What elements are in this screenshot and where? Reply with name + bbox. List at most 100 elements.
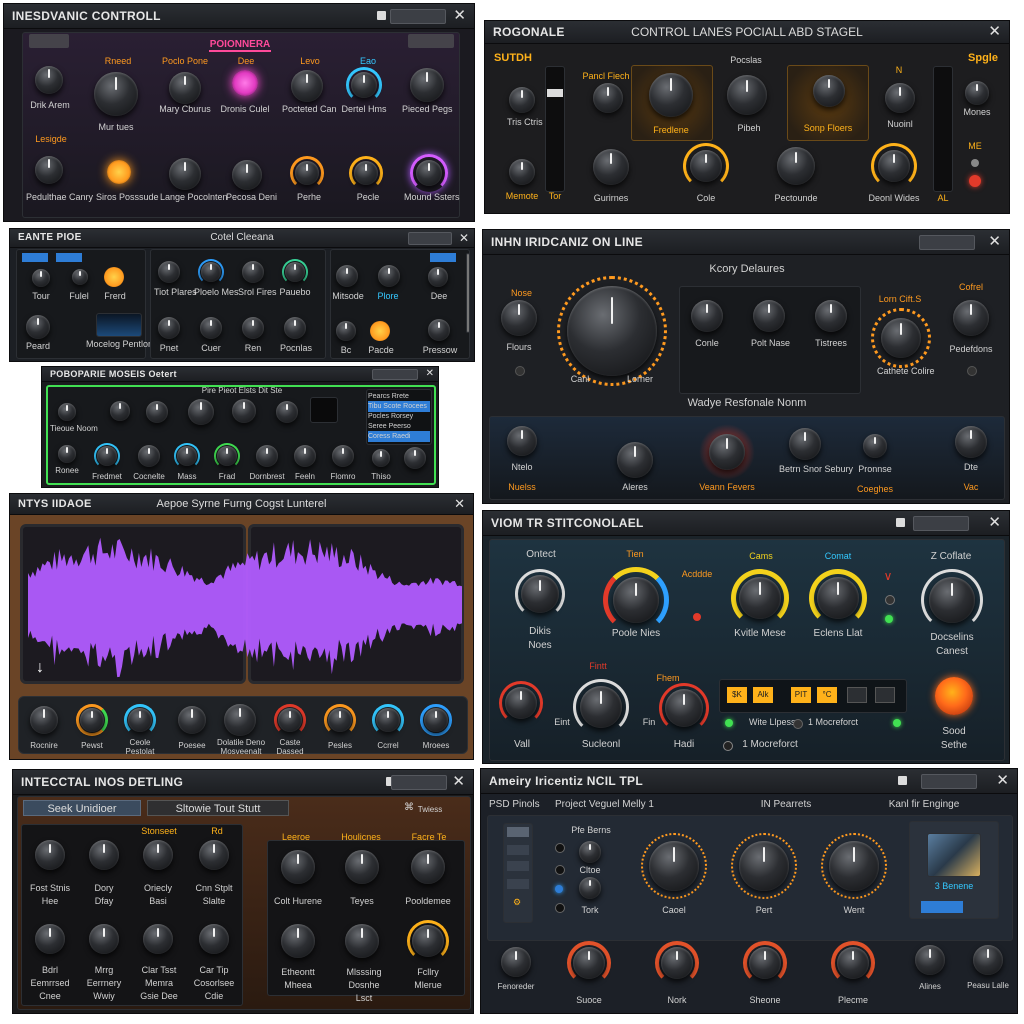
preset-selector[interactable]: [921, 774, 977, 789]
rotary-knob[interactable]: [953, 300, 989, 336]
rotary-knob[interactable]: [649, 841, 699, 891]
rotary-knob[interactable]: [143, 924, 173, 954]
preset-selector[interactable]: [390, 9, 446, 24]
rotary-knob[interactable]: [217, 446, 237, 466]
close-icon[interactable]: ✕: [459, 229, 469, 247]
main-large-knob[interactable]: [567, 286, 657, 376]
rotary-knob[interactable]: [965, 81, 989, 105]
top-right-button[interactable]: [408, 34, 454, 48]
rotary-knob[interactable]: [97, 446, 117, 466]
fader-track[interactable]: [933, 66, 953, 192]
rotary-knob[interactable]: [80, 708, 104, 732]
rotary-knob[interactable]: [138, 445, 160, 467]
rotary-knob[interactable]: [58, 403, 76, 421]
side-button[interactable]: [507, 845, 529, 855]
rotary-knob[interactable]: [929, 577, 975, 623]
rotary-knob[interactable]: [579, 841, 601, 863]
blue-toggle[interactable]: [921, 901, 963, 913]
rotary-knob[interactable]: [749, 947, 781, 979]
toggle-button[interactable]: PIT: [791, 687, 811, 703]
settings-icon[interactable]: ⚙: [509, 897, 525, 908]
fader-handle[interactable]: [547, 89, 563, 97]
rotary-knob[interactable]: [224, 704, 256, 736]
rotary-knob[interactable]: [158, 317, 180, 339]
rotary-knob[interactable]: [789, 428, 821, 460]
rotary-knob[interactable]: [354, 161, 378, 185]
close-icon[interactable]: ✕: [996, 769, 1009, 793]
orange-glow-knob[interactable]: [370, 321, 390, 341]
rotary-knob[interactable]: [143, 840, 173, 870]
rotary-knob[interactable]: [169, 158, 201, 190]
rotary-knob[interactable]: [232, 399, 256, 423]
rotary-knob[interactable]: [372, 449, 390, 467]
rotary-knob[interactable]: [955, 426, 987, 458]
rotary-knob[interactable]: [404, 447, 426, 469]
rotary-knob[interactable]: [690, 150, 722, 182]
rotary-knob[interactable]: [89, 840, 119, 870]
rotary-knob[interactable]: [332, 445, 354, 467]
side-button[interactable]: [507, 879, 529, 889]
rotary-knob[interactable]: [351, 72, 377, 98]
close-icon[interactable]: ✕: [453, 4, 466, 28]
rotary-knob[interactable]: [284, 317, 306, 339]
top-left-button[interactable]: [29, 34, 69, 48]
rotary-knob[interactable]: [777, 147, 815, 185]
rotary-knob[interactable]: [35, 156, 63, 184]
preset-selector[interactable]: [408, 232, 452, 245]
rotary-knob[interactable]: [580, 686, 622, 728]
rotary-knob[interactable]: [291, 70, 323, 102]
rotary-knob[interactable]: [281, 850, 315, 884]
rotary-knob[interactable]: [94, 72, 138, 116]
rotary-knob[interactable]: [35, 66, 63, 94]
rotary-knob[interactable]: [501, 300, 537, 336]
rotary-knob[interactable]: [411, 850, 445, 884]
rotary-knob[interactable]: [89, 924, 119, 954]
rotary-knob[interactable]: [200, 317, 222, 339]
rotary-knob[interactable]: [158, 261, 180, 283]
down-arrow-icon[interactable]: ↓: [32, 660, 48, 676]
rotary-knob[interactable]: [424, 708, 448, 732]
rotary-knob[interactable]: [242, 317, 264, 339]
rotary-knob[interactable]: [885, 83, 915, 113]
toggle-button[interactable]: [847, 687, 867, 703]
rotary-knob[interactable]: [813, 75, 845, 107]
rotary-knob[interactable]: [521, 575, 559, 613]
rotary-knob[interactable]: [661, 947, 693, 979]
orange-glow-knob[interactable]: [104, 267, 124, 287]
rotary-knob[interactable]: [278, 708, 302, 732]
close-icon[interactable]: ✕: [988, 230, 1001, 254]
tab-active[interactable]: Seek Unidioer: [23, 800, 141, 816]
rotary-knob[interactable]: [691, 300, 723, 332]
rotary-knob[interactable]: [199, 840, 229, 870]
close-icon[interactable]: ✕: [988, 21, 1001, 43]
toggle-button[interactable]: Alk: [753, 687, 773, 703]
rotary-knob[interactable]: [428, 267, 448, 287]
red-stop-button[interactable]: [935, 677, 973, 715]
toggle-button[interactable]: $K: [727, 687, 747, 703]
rotary-knob[interactable]: [376, 708, 400, 732]
rotary-knob[interactable]: [169, 72, 201, 104]
blue-button[interactable]: [56, 253, 82, 262]
rotary-knob[interactable]: [328, 708, 352, 732]
preset-selector[interactable]: [391, 775, 447, 790]
rotary-knob[interactable]: [110, 401, 130, 421]
tab[interactable]: Sltowie Tout Stutt: [147, 800, 289, 816]
rotary-knob[interactable]: [613, 577, 659, 623]
rotary-knob[interactable]: [146, 401, 168, 423]
rotary-knob[interactable]: [242, 261, 264, 283]
save-icon[interactable]: [896, 518, 905, 527]
rotary-knob[interactable]: [72, 269, 88, 285]
close-icon[interactable]: ✕: [988, 511, 1001, 535]
rotary-knob[interactable]: [428, 319, 450, 341]
rotary-knob[interactable]: [410, 68, 444, 102]
toggle-button[interactable]: °C: [817, 687, 837, 703]
rotary-knob[interactable]: [739, 841, 789, 891]
rotary-knob[interactable]: [878, 150, 910, 182]
rotary-knob[interactable]: [915, 945, 945, 975]
rotary-knob[interactable]: [285, 262, 305, 282]
rotary-knob[interactable]: [739, 577, 781, 619]
scrollbar[interactable]: [466, 253, 470, 333]
rotary-knob[interactable]: [345, 850, 379, 884]
rotary-knob[interactable]: [199, 924, 229, 954]
rotary-knob[interactable]: [837, 947, 869, 979]
